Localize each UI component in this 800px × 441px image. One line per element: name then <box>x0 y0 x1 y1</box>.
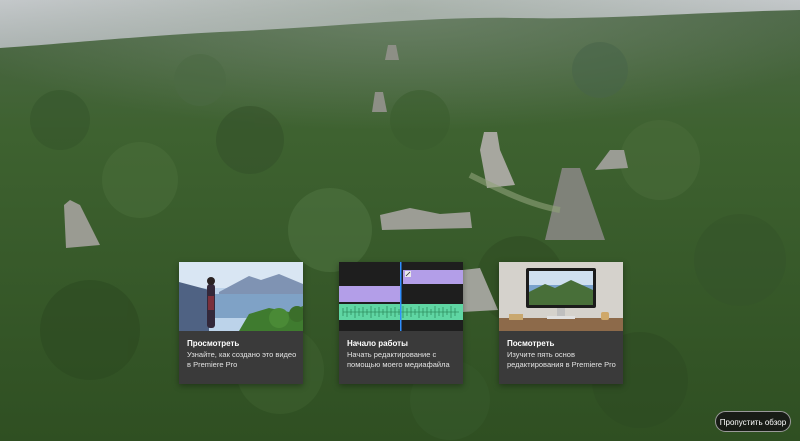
tutorial-cards: Просмотреть Узнайте, как создано это вид… <box>0 0 800 441</box>
monitor-on-desk-image <box>499 262 623 331</box>
skip-tour-button[interactable]: Пропустить обзор <box>715 411 791 432</box>
card-description: Изучите пять основ редактирования в Prem… <box>507 350 616 369</box>
card-title: Начало работы <box>347 339 408 348</box>
tutorial-card-watch[interactable]: Просмотреть Узнайте, как создано это вид… <box>179 262 303 384</box>
card-title: Посмотреть <box>507 339 555 348</box>
tutorial-card-learn[interactable]: Посмотреть Изучите пять основ редактиров… <box>499 262 623 384</box>
card-description: Начать редактирование с помощью моего ме… <box>347 350 450 369</box>
tutorial-card-get-started[interactable]: Начало работы Начать редактирование с по… <box>339 262 463 384</box>
card-description: Узнайте, как создано это видео в Premier… <box>187 350 297 369</box>
card-title: Просмотреть <box>187 339 240 348</box>
timeline-image <box>339 262 463 331</box>
woman-by-lake-image <box>179 262 303 331</box>
